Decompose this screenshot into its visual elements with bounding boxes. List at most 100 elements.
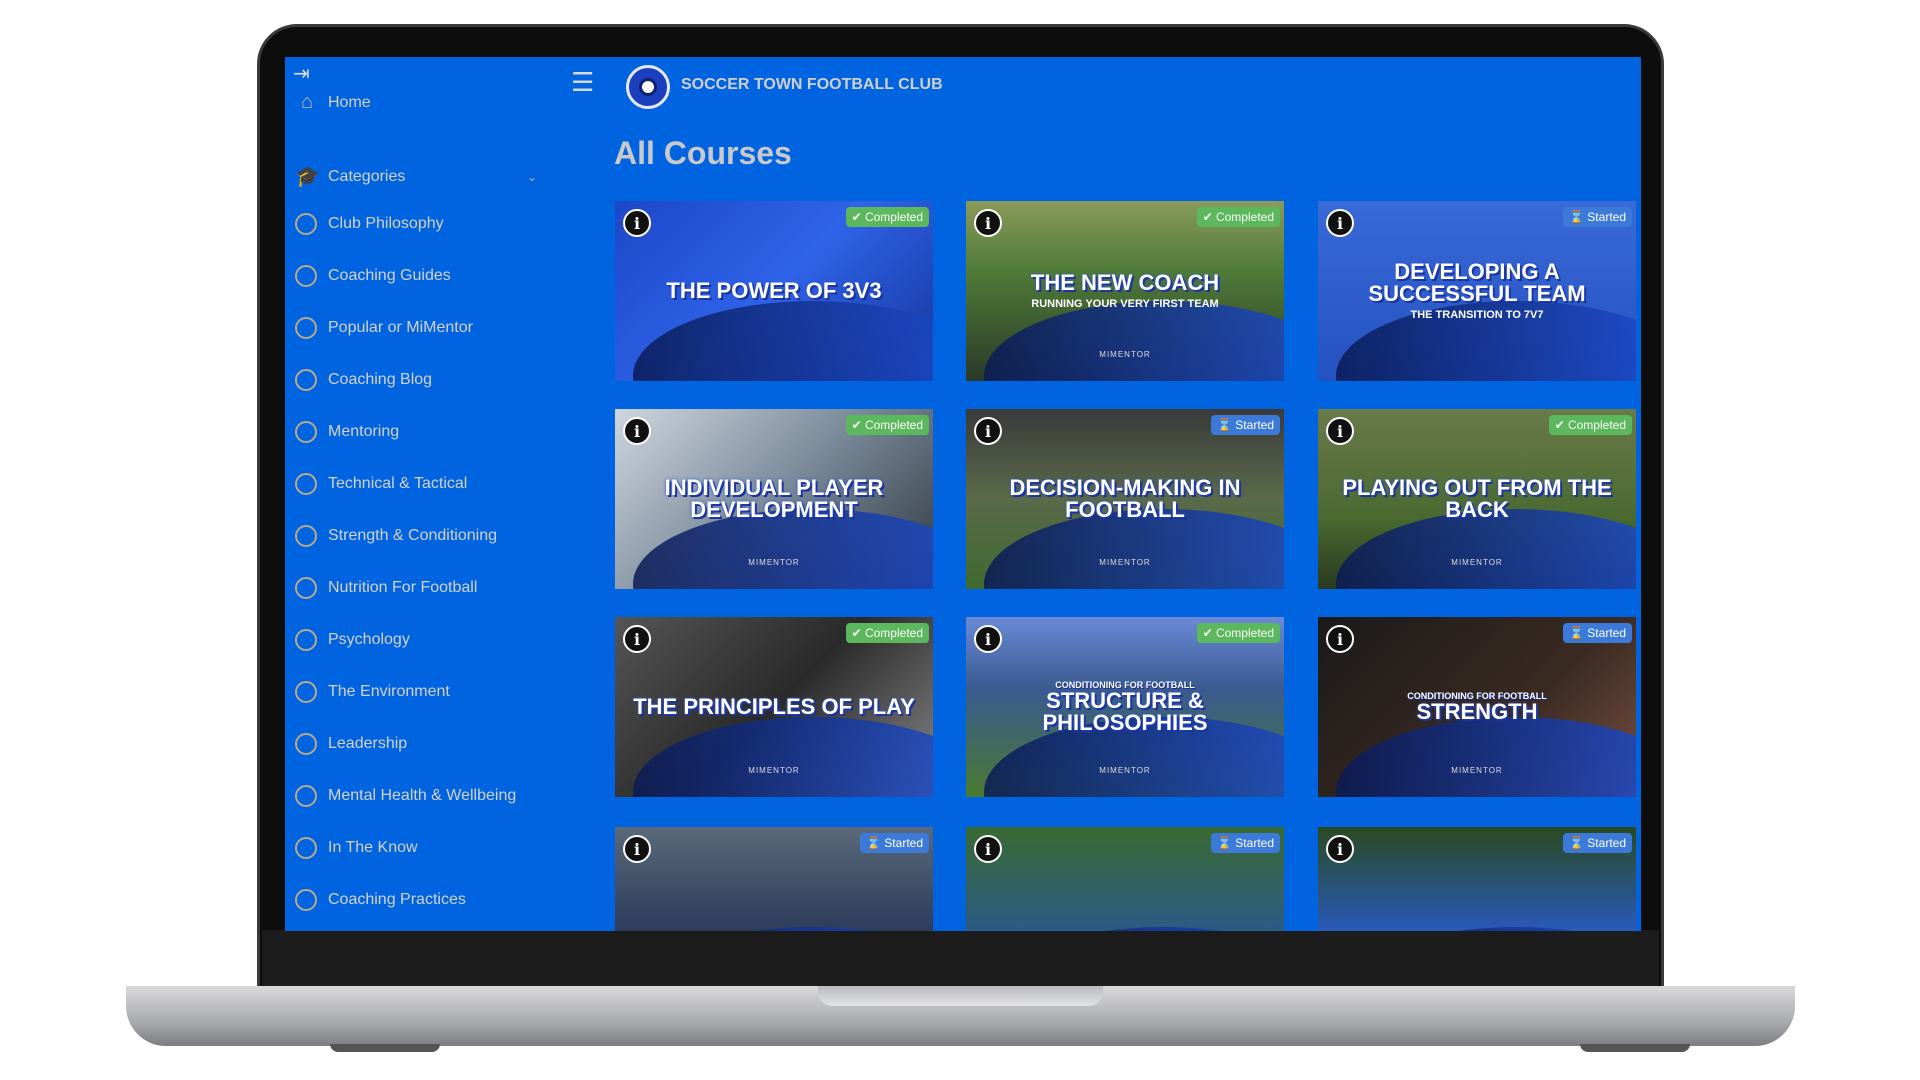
circle-icon xyxy=(295,889,317,911)
sidebar-item-home[interactable]: ⌂ Home xyxy=(295,91,371,114)
sidebar-item-label: Club Philosophy xyxy=(328,215,444,232)
sidebar-item-label: The Environment xyxy=(328,683,450,700)
card-swoosh xyxy=(633,717,933,797)
sidebar-item-label: Coaching Practices xyxy=(328,891,466,908)
chevron-down-icon: ⌄ xyxy=(527,169,538,184)
status-badge: ✔ Completed xyxy=(845,415,929,435)
course-card[interactable]: i ⌛ Started Developing a Successful Team TH… xyxy=(1318,201,1636,381)
sidebar-item-label: Mentoring xyxy=(328,423,400,440)
sidebar-item-mental-health-wellbeing[interactable]: Mental Health & Wellbeing xyxy=(295,785,516,807)
sidebar-item-technical-tactical[interactable]: Technical & Tactical xyxy=(295,473,467,495)
sidebar-item-label: Psychology xyxy=(328,631,410,648)
info-icon[interactable]: i xyxy=(1326,625,1354,653)
mimentor-watermark: MIMENTOR xyxy=(748,558,800,567)
course-subtitle: RUNNING YOUR VERY FIRST TEAM xyxy=(1031,298,1219,310)
sidebar-item-coaching-blog[interactable]: Coaching Blog xyxy=(295,369,432,391)
status-badge: ✔ Completed xyxy=(845,207,929,227)
sidebar-item-nutrition-for-football[interactable]: Nutrition For Football xyxy=(295,577,477,599)
status-badge: ⌛ Started xyxy=(1563,833,1632,853)
sidebar-item-mentoring[interactable]: Mentoring xyxy=(295,421,399,443)
info-icon[interactable]: i xyxy=(623,417,651,445)
sidebar-item-label: Strength & Conditioning xyxy=(328,527,497,544)
sidebar-item-club-philosophy[interactable]: Club Philosophy xyxy=(295,213,444,235)
course-card[interactable]: i ✔ Completed The Power of 3v3 xyxy=(615,201,933,381)
info-icon[interactable]: i xyxy=(1326,209,1354,237)
course-card[interactable]: i ✔ Completed Playing Out From the Back MIM… xyxy=(1318,409,1636,589)
sidebar-item-psychology[interactable]: Psychology xyxy=(295,629,410,651)
info-icon[interactable]: i xyxy=(623,209,651,237)
info-icon[interactable]: i xyxy=(974,417,1002,445)
sidebar-item-label: Home xyxy=(328,93,371,111)
sidebar-item-label: Categories xyxy=(328,167,406,185)
club-logo xyxy=(626,65,670,109)
info-icon[interactable]: i xyxy=(974,835,1002,863)
sidebar-item-label: Technical & Tactical xyxy=(328,475,468,492)
sidebar-item-the-environment[interactable]: The Environment xyxy=(295,681,450,703)
mimentor-watermark: MIMENTOR xyxy=(1099,558,1151,567)
sidebar-item-leadership[interactable]: Leadership xyxy=(295,733,407,755)
mimentor-watermark: MIMENTOR xyxy=(1451,558,1503,567)
status-badge: ✔ Completed xyxy=(1196,623,1280,643)
info-icon[interactable]: i xyxy=(974,625,1002,653)
course-title: The New Coach xyxy=(1030,270,1220,295)
info-icon[interactable]: i xyxy=(1326,835,1354,863)
course-card[interactable]: i ⌛ Started CONDITIONING FOR FOOTBALL Stren… xyxy=(1318,617,1636,797)
sidebar-item-label: Coaching Guides xyxy=(328,267,451,284)
sidebar-item-categories[interactable]: 🎓 Categories ⌄ xyxy=(295,164,537,189)
card-swoosh xyxy=(633,927,933,931)
circle-icon xyxy=(295,629,317,651)
course-subtitle: THE TRANSITION TO 7V7 xyxy=(1410,309,1544,321)
course-card[interactable]: i ✔ Completed CONDITIONING FOR FOOTBALL Str… xyxy=(966,617,1284,797)
info-icon[interactable]: i xyxy=(623,835,651,863)
status-badge: ⌛ Started xyxy=(860,833,929,853)
circle-icon xyxy=(295,525,317,547)
info-icon[interactable]: i xyxy=(1326,417,1354,445)
course-card[interactable]: i ✔ Completed Individual Player Developmen… xyxy=(615,409,933,589)
laptop-chin xyxy=(262,930,1659,986)
circle-icon xyxy=(295,681,317,703)
circle-icon xyxy=(295,837,317,859)
mimentor-watermark: MIMENTOR xyxy=(1099,350,1151,359)
card-swoosh xyxy=(1336,927,1636,931)
sidebar-item-popular-or-mimentor[interactable]: Popular or MiMentor xyxy=(295,317,473,339)
login-icon[interactable]: ⇥ xyxy=(293,61,310,86)
course-card[interactable]: i ✔ Completed The Principles of Play MIMENT… xyxy=(615,617,933,797)
info-icon[interactable]: i xyxy=(623,625,651,653)
course-card[interactable]: i ⌛ Started Decision-Making in Football MIM… xyxy=(966,409,1284,589)
course-card[interactable]: i ✔ Completed The New Coach RUNNING YOUR VE… xyxy=(966,201,1284,381)
course-card[interactable]: i⌛ StartedCONDITIONING FOR FOOTBALLSprin… xyxy=(1318,827,1636,931)
mimentor-watermark: MIMENTOR xyxy=(1451,766,1503,775)
card-swoosh xyxy=(984,301,1284,381)
course-title: Developing a Successful Team xyxy=(1368,259,1586,306)
sidebar-item-strength-conditioning[interactable]: Strength & Conditioning xyxy=(295,525,497,547)
info-icon[interactable]: i xyxy=(974,209,1002,237)
app-screen: ⇥ ⌂ Home 🎓 Categories ⌄ Club Philosophy C… xyxy=(285,57,1641,931)
circle-icon xyxy=(295,577,317,599)
status-badge: ✔ Completed xyxy=(1548,415,1632,435)
course-title: The Power of 3v3 xyxy=(666,278,882,303)
sidebar-item-label: Popular or MiMentor xyxy=(328,319,473,336)
course-title: Playing Out From the Back xyxy=(1342,475,1612,522)
course-title: Structure & Philosophies xyxy=(1042,688,1208,735)
hamburger-menu-icon[interactable]: ☰ xyxy=(571,67,594,98)
circle-icon xyxy=(295,473,317,495)
course-title: Strength xyxy=(1416,699,1538,724)
sidebar-item-coaching-guides[interactable]: Coaching Guides xyxy=(295,265,451,287)
course-title: Individual Player Development xyxy=(664,475,884,522)
course-card[interactable]: i⌛ StartedCONDITIONING FOR FOOTBALLStami… xyxy=(615,827,933,931)
course-title: The Principles of Play xyxy=(633,694,915,719)
circle-icon xyxy=(295,369,317,391)
home-icon: ⌂ xyxy=(300,91,314,113)
page-title: All Courses xyxy=(614,135,792,171)
app-title: SOCCER TOWN FOOTBALL CLUB xyxy=(681,76,943,93)
sidebar-item-label: In The Know xyxy=(328,839,418,856)
sidebar-item-in-the-know[interactable]: In The Know xyxy=(295,837,418,859)
status-badge: ⌛ Started xyxy=(1563,623,1632,643)
laptop-notch xyxy=(818,986,1103,1006)
course-card[interactable]: i⌛ StartedCONDITIONING FOR FOOTBALLStart… xyxy=(966,827,1284,931)
circle-icon xyxy=(295,421,317,443)
mimentor-watermark: MIMENTOR xyxy=(1099,766,1151,775)
sidebar-item-coaching-practices[interactable]: Coaching Practices xyxy=(295,889,466,911)
status-badge: ⌛ Started xyxy=(1211,833,1280,853)
laptop-foot xyxy=(330,1044,440,1052)
